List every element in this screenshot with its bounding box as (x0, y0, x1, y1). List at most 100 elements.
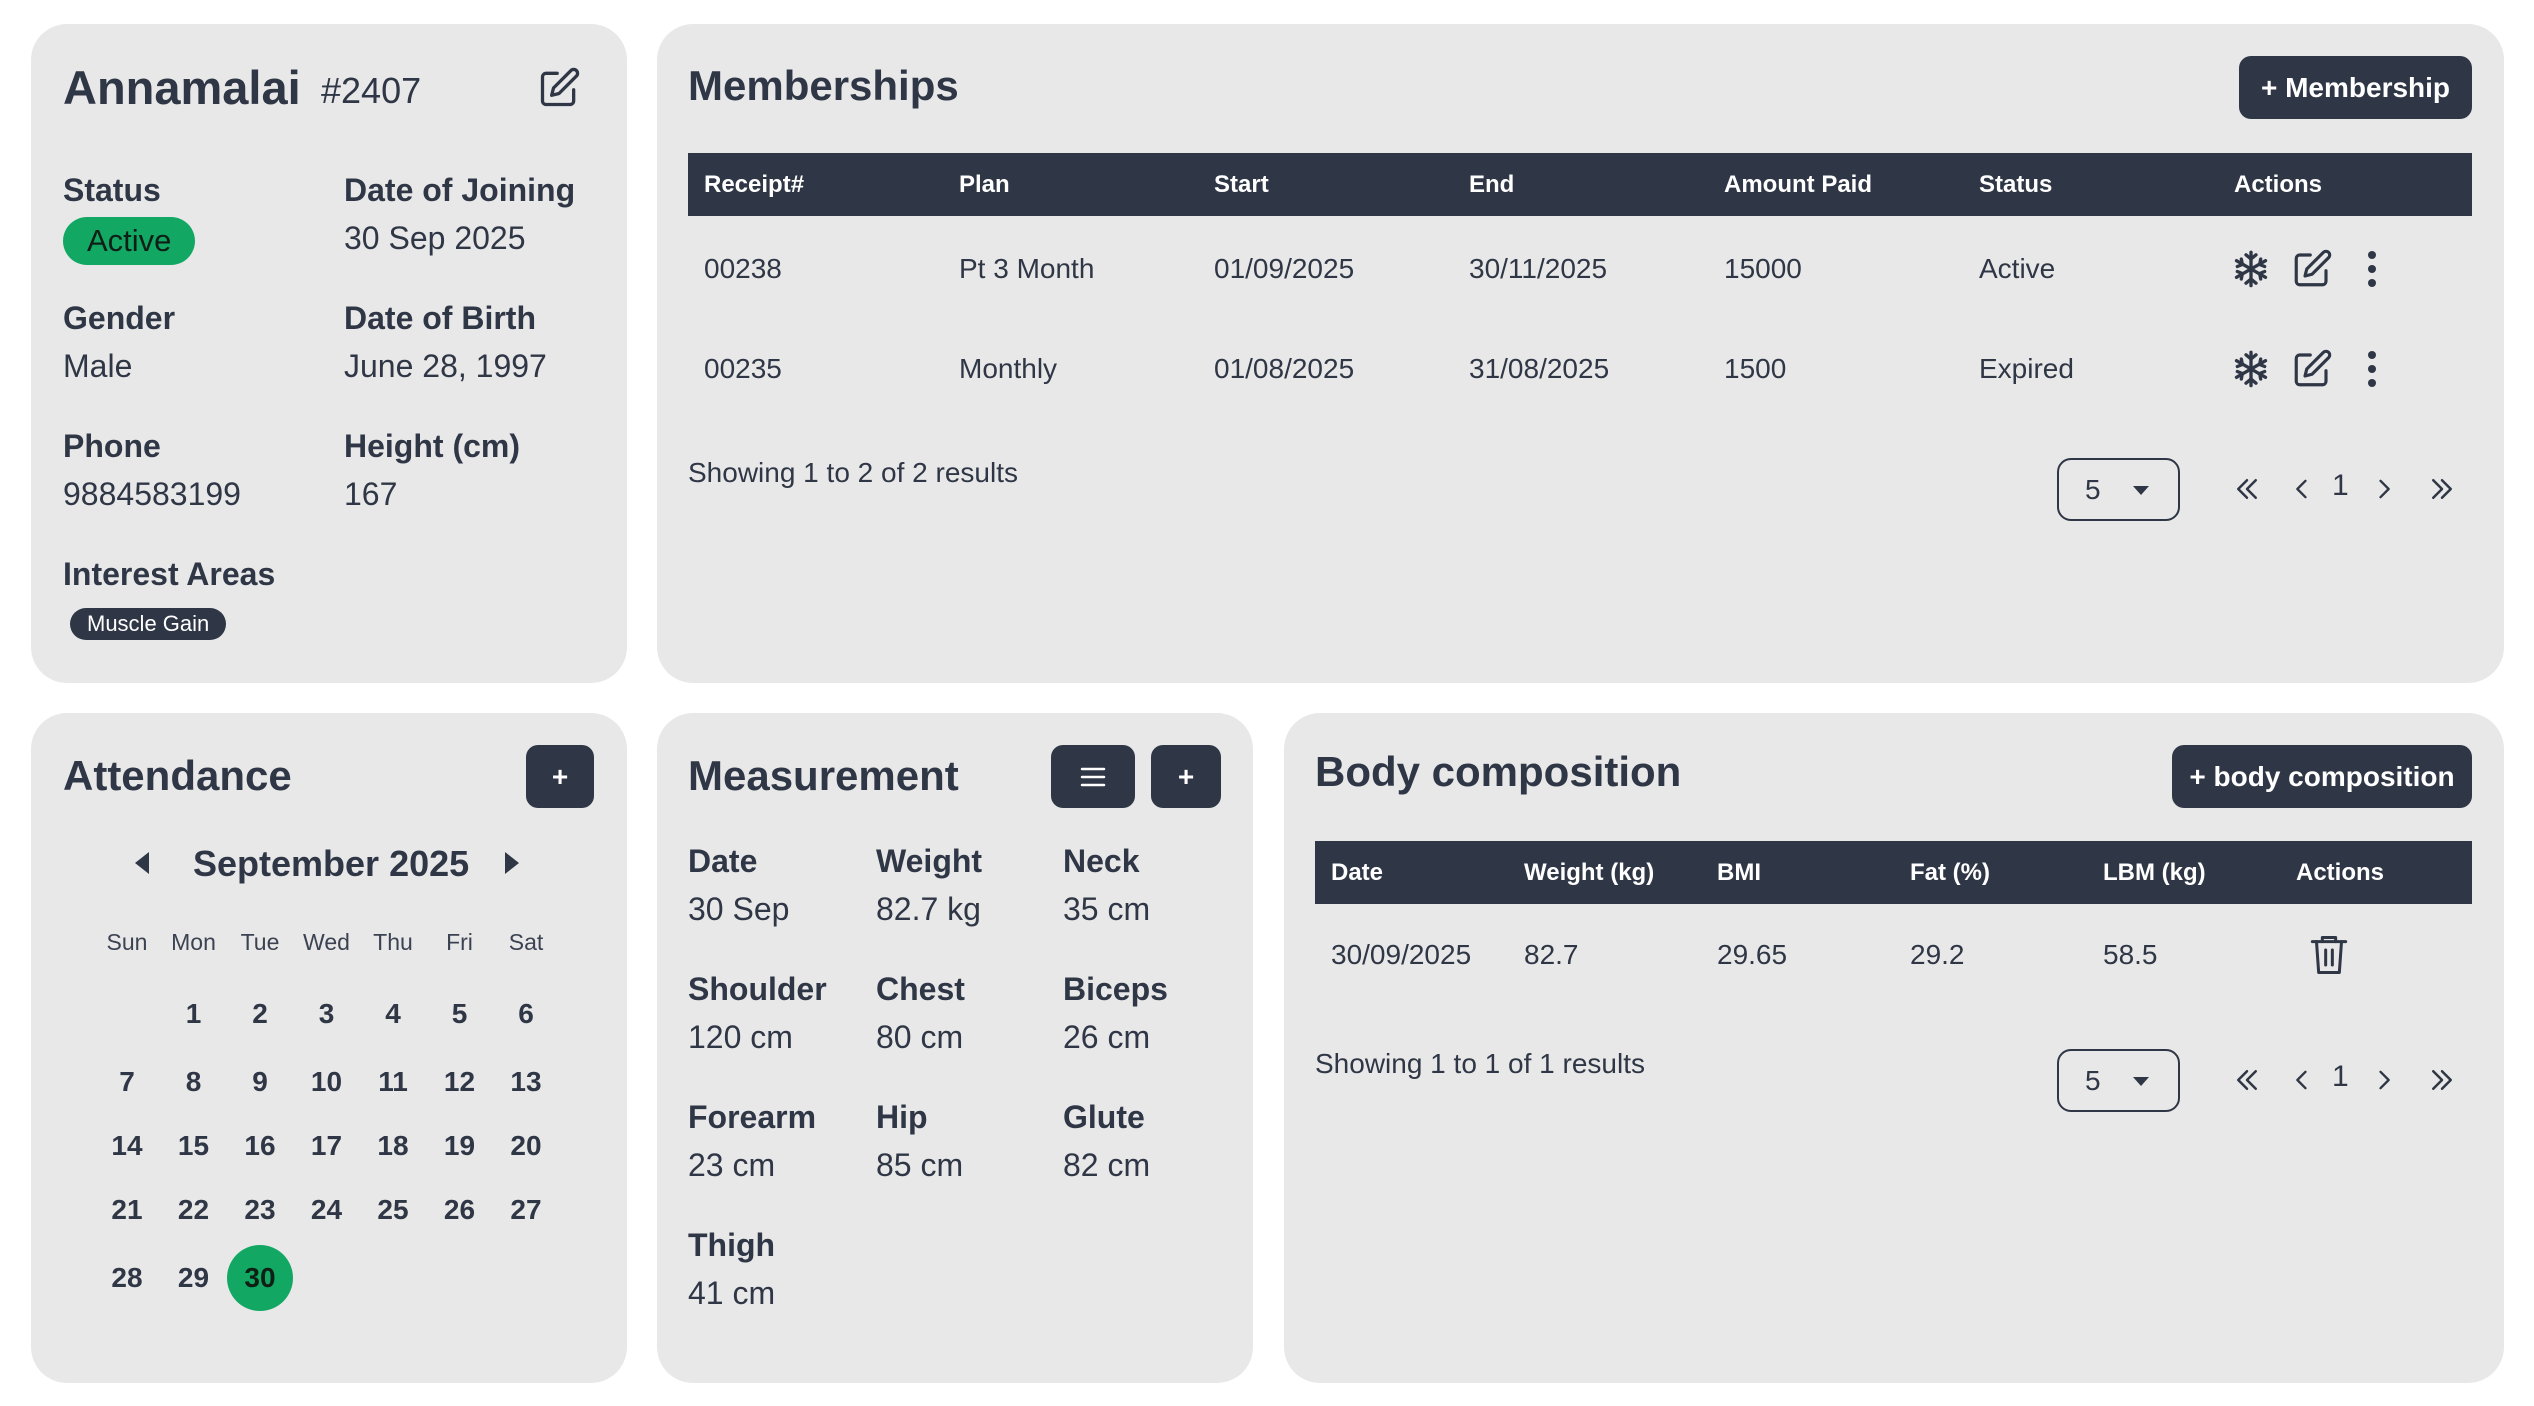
calendar-day[interactable]: 23 (227, 1177, 293, 1243)
edit-membership-button[interactable] (2287, 341, 2337, 397)
cell-weight: 82.7 (1524, 939, 1579, 970)
more-options-button[interactable] (2357, 341, 2387, 397)
chevron-double-left-icon (2237, 1070, 2257, 1090)
table-row: 00235 Monthly 01/08/2025 31/08/2025 1500… (688, 341, 2472, 397)
next-page-button[interactable] (2369, 1055, 2399, 1105)
first-page-button[interactable] (2227, 464, 2267, 514)
edit-icon (2294, 349, 2332, 387)
more-options-button[interactable] (2357, 241, 2387, 297)
calendar-day-selected[interactable]: 30 (227, 1245, 293, 1311)
prev-month-button[interactable] (127, 843, 157, 883)
caret-left-icon (135, 852, 149, 874)
calendar-day[interactable]: 15 (161, 1113, 227, 1179)
calendar-day[interactable]: 21 (94, 1177, 160, 1243)
last-page-button[interactable] (2422, 1055, 2462, 1105)
add-measurement-button[interactable]: + (1151, 745, 1221, 808)
calendar-day[interactable]: 26 (427, 1177, 493, 1243)
edit-profile-button[interactable] (533, 62, 585, 114)
calendar-day[interactable]: 18 (360, 1113, 426, 1179)
calendar-weekday: Fri (446, 929, 473, 955)
calendar-day[interactable]: 9 (227, 1049, 293, 1115)
cell-plan: Pt 3 Month (959, 253, 1095, 284)
calendar-day[interactable]: 20 (493, 1113, 559, 1179)
prev-page-button[interactable] (2287, 1055, 2317, 1105)
measurement-value: 120 cm (688, 1019, 793, 1055)
prev-page-button[interactable] (2287, 464, 2317, 514)
calendar-day[interactable]: 17 (294, 1113, 360, 1179)
page-size-value: 5 (2085, 473, 2101, 505)
cell-bmi: 29.65 (1717, 939, 1788, 970)
calendar-day[interactable]: 14 (94, 1113, 160, 1179)
page-size-select[interactable]: 5 (2057, 458, 2180, 521)
snowflake-icon (2234, 250, 2268, 288)
chevron-left-icon (2296, 479, 2307, 499)
measurement-label: Chest (876, 971, 965, 1007)
freeze-button[interactable] (2227, 241, 2275, 297)
cell-date: 30/09/2025 (1331, 939, 1472, 970)
col-fat: Fat (%) (1910, 859, 1990, 886)
calendar-day[interactable]: 25 (360, 1177, 426, 1243)
member-id: #2407 (321, 70, 422, 111)
calendar-day[interactable]: 6 (493, 981, 559, 1047)
more-vertical-icon (2368, 351, 2376, 387)
table-row: 30/09/2025 82.7 29.65 29.2 58.5 (1315, 927, 2472, 983)
calendar-day[interactable]: 12 (427, 1049, 493, 1115)
next-page-button[interactable] (2369, 464, 2399, 514)
calendar-day[interactable]: 22 (161, 1177, 227, 1243)
calendar-day[interactable]: 4 (360, 981, 426, 1047)
memberships-results-text: Showing 1 to 2 of 2 results (688, 457, 1018, 488)
body-table-header: Date Weight (kg) BMI Fat (%) LBM (kg) Ac… (1315, 841, 2472, 904)
calendar-day[interactable]: 29 (161, 1245, 227, 1311)
calendar-day[interactable]: 10 (294, 1049, 360, 1115)
calendar-day[interactable]: 2 (227, 981, 293, 1047)
attendance-title: Attendance (63, 752, 292, 799)
calendar-day[interactable]: 11 (360, 1049, 426, 1115)
calendar-day[interactable]: 19 (427, 1113, 493, 1179)
current-page[interactable]: 1 (2332, 469, 2349, 503)
edit-membership-button[interactable] (2287, 241, 2337, 297)
measurement-label: Hip (876, 1099, 928, 1135)
cell-plan: Monthly (959, 353, 1058, 384)
cell-end: 30/11/2025 (1469, 253, 1608, 284)
caret-down-icon (2133, 486, 2149, 495)
calendar-weekday: Thu (373, 929, 413, 955)
delete-body-composition-button[interactable] (2304, 927, 2354, 983)
calendar-day[interactable]: 1 (161, 981, 227, 1047)
add-body-composition-button[interactable]: + body composition (2172, 745, 2472, 808)
memberships-card: Memberships + Membership Receipt# Plan S… (657, 24, 2504, 683)
calendar-day[interactable]: 3 (294, 981, 360, 1047)
measurement-title: Measurement (688, 752, 959, 799)
col-bmi: BMI (1717, 859, 1761, 886)
calendar-day[interactable]: 7 (94, 1049, 160, 1115)
cell-amount: 15000 (1724, 253, 1802, 284)
add-attendance-button[interactable]: + (526, 745, 594, 808)
add-membership-button[interactable]: + Membership (2239, 56, 2472, 119)
calendar-day[interactable]: 24 (294, 1177, 360, 1243)
calendar-day[interactable]: 28 (94, 1245, 160, 1311)
calendar-day[interactable]: 27 (493, 1177, 559, 1243)
last-page-button[interactable] (2422, 464, 2462, 514)
calendar-day[interactable]: 16 (227, 1113, 293, 1179)
edit-icon (2294, 249, 2332, 287)
calendar-weekday: Wed (303, 929, 350, 955)
measurement-value: 80 cm (876, 1019, 964, 1055)
gender-value: Male (63, 348, 133, 384)
joining-label: Date of Joining (344, 172, 576, 208)
height-value: 167 (344, 476, 398, 512)
calendar-day[interactable]: 5 (427, 981, 493, 1047)
body-composition-title: Body composition (1315, 748, 1682, 795)
calendar-day[interactable]: 8 (161, 1049, 227, 1115)
first-page-button[interactable] (2227, 1055, 2267, 1105)
measurement-list-button[interactable] (1051, 745, 1135, 808)
chevron-left-icon (2296, 1070, 2307, 1090)
current-page[interactable]: 1 (2332, 1060, 2349, 1094)
calendar-day[interactable]: 13 (493, 1049, 559, 1115)
table-row: 00238 Pt 3 Month 01/09/2025 30/11/2025 1… (688, 241, 2472, 297)
calendar-weekday: Sun (106, 929, 148, 955)
caret-down-icon (2133, 1077, 2149, 1086)
freeze-button[interactable] (2227, 341, 2275, 397)
calendar-weekday: Sat (508, 929, 544, 955)
next-month-button[interactable] (497, 843, 527, 883)
measurement-label: Thigh (688, 1227, 776, 1263)
page-size-select[interactable]: 5 (2057, 1049, 2180, 1112)
